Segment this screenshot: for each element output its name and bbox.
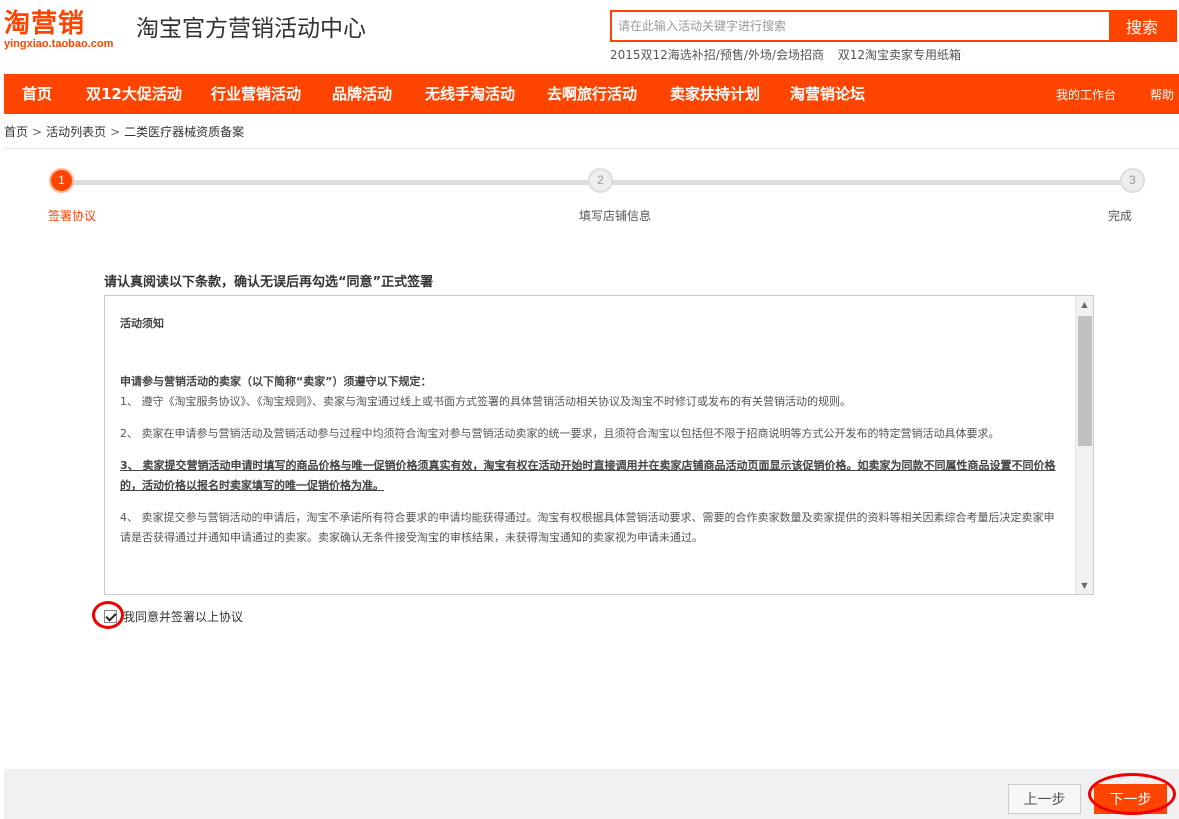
step-2-label: 填写店铺信息 (579, 209, 652, 223)
agree-checkbox-label[interactable]: 我同意并签署以上协议 (123, 608, 243, 625)
divider (4, 148, 1179, 149)
step-1-circle: 1 (49, 168, 74, 193)
step-3-circle: 3 (1120, 168, 1145, 193)
scroll-thumb[interactable] (1078, 316, 1092, 446)
agreement-heading: 请认真阅读以下条款，确认无误后再勾选“同意”正式签署 (104, 275, 434, 290)
search-input[interactable] (612, 12, 1109, 40)
nav-help[interactable]: 帮助 (1150, 74, 1174, 116)
breadcrumb-activity-list[interactable]: 活动列表页 (46, 125, 106, 139)
logo[interactable]: 淘营销 yingxiao.taobao.com (4, 8, 113, 50)
chevron-right-icon: > (32, 125, 43, 139)
nav-item-travel[interactable]: 去啊旅行活动 (547, 74, 637, 114)
nav-item-mobile[interactable]: 无线手淘活动 (425, 74, 515, 114)
nav-item-industry[interactable]: 行业营销活动 (211, 74, 301, 114)
agreement-clause-1: 1、 遵守《淘宝服务协议》、《淘宝规则》、卖家与淘宝通过线上或书面方式签署的具体… (120, 395, 851, 408)
agreement-title: 活动须知 (120, 317, 164, 330)
footer-bar (4, 769, 1179, 819)
hot-link[interactable]: 双12淘宝卖家专用纸箱 (838, 48, 961, 62)
step-connector (600, 180, 1132, 185)
breadcrumb: 首页 > 活动列表页 > 二类医疗器械资质备案 (4, 123, 244, 140)
search-button[interactable]: 搜索 (1109, 12, 1175, 40)
step-connector (62, 180, 600, 185)
nav-item-double12[interactable]: 双12大促活动 (86, 74, 182, 114)
prev-step-button[interactable]: 上一步 (1008, 784, 1081, 814)
agreement-clause-4: 4、 卖家提交参与营销活动的申请后，淘宝不承诺所有符合要求的申请均能获得通过。淘… (120, 511, 1055, 544)
nav-my-workbench[interactable]: 我的工作台 (1056, 74, 1116, 116)
hot-links: 2015双12海选补招/预售/外场/会场招商 双12淘宝卖家专用纸箱 (610, 46, 971, 63)
scroll-up-icon[interactable]: ▲ (1076, 296, 1093, 313)
breadcrumb-home[interactable]: 首页 (4, 125, 28, 139)
agreement-textbox[interactable]: 活动须知 申请参与营销活动的卖家（以下简称“卖家”）须遵守以下规定： 1、 遵守… (104, 295, 1094, 595)
step-1-label: 签署协议 (48, 209, 97, 223)
step-3-label: 完成 (1108, 209, 1133, 223)
annotation-circle (1088, 773, 1176, 815)
logo-domain: yingxiao.taobao.com (4, 38, 114, 50)
chevron-right-icon: > (110, 125, 121, 139)
hot-link[interactable]: 2015双12海选补招/预售/外场/会场招商 (610, 48, 824, 62)
agreement-intro: 申请参与营销活动的卖家（以下简称“卖家”）须遵守以下规定： (120, 375, 432, 388)
annotation-circle (92, 601, 124, 629)
step-2-circle: 2 (588, 168, 613, 193)
agreement-content: 活动须知 申请参与营销活动的卖家（以下简称“卖家”）须遵守以下规定： 1、 遵守… (120, 314, 1060, 548)
nav-item-forum[interactable]: 淘营销论坛 (790, 74, 865, 114)
agreement-clause-2: 2、 卖家在申请参与营销活动及营销活动参与过程中均须符合淘宝对参与营销活动卖家的… (120, 427, 1000, 440)
site-title: 淘宝官方营销活动中心 (136, 16, 366, 42)
nav-item-home[interactable]: 首页 (22, 74, 52, 114)
nav-item-brand[interactable]: 品牌活动 (332, 74, 392, 114)
breadcrumb-current: 二类医疗器械资质备案 (124, 125, 245, 139)
scroll-down-icon[interactable]: ▼ (1076, 577, 1093, 594)
logo-text: 淘营销 (4, 9, 86, 39)
vertical-scrollbar[interactable]: ▲ ▼ (1075, 296, 1093, 594)
search-box: 搜索 (610, 10, 1177, 42)
nav-item-seller-support[interactable]: 卖家扶持计划 (670, 74, 760, 114)
agree-checkbox-row[interactable]: 我同意并签署以上协议 (104, 608, 243, 625)
agreement-clause-3: 3、 卖家提交营销活动申请时填写的商品价格与唯一促销价格须真实有效，淘宝有权在活… (120, 459, 1056, 492)
main-nav: 首页 双12大促活动 行业营销活动 品牌活动 无线手淘活动 去啊旅行活动 卖家扶… (4, 74, 1179, 114)
